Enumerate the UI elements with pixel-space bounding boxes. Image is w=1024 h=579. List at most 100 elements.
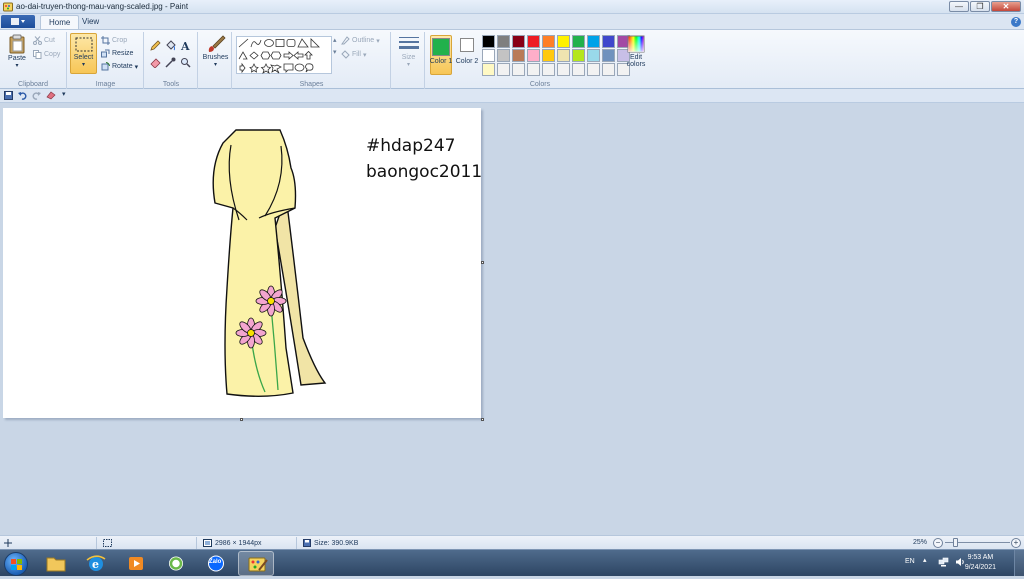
color2-label: Color 2 — [455, 58, 479, 65]
redo-icon[interactable] — [32, 91, 41, 100]
fill-label: Fill — [352, 51, 361, 58]
clock-date: 9/24/2021 — [964, 564, 996, 571]
language-indicator[interactable]: EN — [905, 558, 915, 565]
svg-text:e: e — [92, 558, 99, 571]
save-icon[interactable] — [4, 91, 13, 100]
palette-swatch[interactable] — [557, 63, 570, 76]
palette-swatch[interactable] — [512, 63, 525, 76]
palette-swatch[interactable] — [527, 63, 540, 76]
palette-swatch[interactable] — [572, 35, 585, 48]
image-group-label: Image — [95, 81, 116, 88]
palette-swatch[interactable] — [512, 35, 525, 48]
palette-swatch[interactable] — [497, 63, 510, 76]
cut-button[interactable]: Cut — [33, 36, 55, 45]
taskbar-ie[interactable]: e — [78, 551, 114, 576]
taskbar-media-player[interactable] — [118, 551, 154, 576]
paint-menu-button[interactable] — [1, 15, 35, 28]
palette-swatch[interactable] — [512, 49, 525, 62]
colors-group: Color 1 Color 2 Edit colors Colors — [426, 32, 654, 89]
select-button[interactable]: Select ▾ — [70, 33, 97, 74]
size-label: Size — [401, 54, 416, 61]
taskbar-zalo[interactable]: Zalo — [198, 551, 234, 576]
show-desktop-button[interactable] — [1014, 550, 1024, 576]
palette-swatch[interactable] — [587, 35, 600, 48]
pencil-icon[interactable] — [150, 40, 161, 51]
color-palette — [482, 35, 631, 76]
palette-swatch[interactable] — [497, 49, 510, 62]
clipboard-group: Paste ▾ Cut Copy Clipboard — [0, 32, 67, 89]
show-hidden-icons[interactable]: ▴ — [923, 556, 927, 564]
minimize-button[interactable]: — — [949, 1, 969, 12]
undo-icon[interactable] — [18, 91, 27, 100]
color1-swatch — [432, 38, 450, 56]
paint-app-icon[interactable] — [3, 2, 13, 12]
palette-swatch[interactable] — [527, 49, 540, 62]
customize-qat-icon[interactable]: ▾ — [62, 90, 68, 99]
brushes-button[interactable]: Brushes ▾ — [201, 35, 230, 68]
fill-bucket-icon[interactable] — [165, 40, 176, 51]
zalo-label: Zalo — [209, 559, 222, 565]
zoom-in-button[interactable]: + — [1011, 538, 1021, 548]
size-button[interactable]: Size ▾ — [394, 35, 423, 68]
magnifier-icon[interactable] — [180, 57, 191, 68]
zoom-slider-thumb[interactable] — [953, 538, 958, 547]
text-tool-icon[interactable]: A — [180, 40, 191, 51]
close-button[interactable]: ✕ — [991, 1, 1021, 12]
taskbar-paint[interactable] — [238, 551, 274, 576]
canvas-resize-handle-right[interactable] — [481, 261, 484, 264]
palette-swatch[interactable] — [542, 63, 555, 76]
help-button[interactable]: ? — [1011, 17, 1021, 27]
palette-swatch[interactable] — [527, 35, 540, 48]
rotate-dropdown-icon: ▾ — [134, 63, 139, 71]
palette-swatch[interactable] — [602, 49, 615, 62]
resize-button[interactable]: Resize — [101, 49, 133, 58]
palette-swatch[interactable] — [572, 63, 585, 76]
taskbar-coccoc[interactable] — [158, 551, 194, 576]
palette-swatch[interactable] — [557, 35, 570, 48]
palette-swatch[interactable] — [482, 63, 495, 76]
file-size-text: Size: 390.9KB — [314, 539, 359, 547]
fill-button[interactable]: Fill ▾ — [341, 50, 366, 59]
palette-swatch[interactable] — [587, 63, 600, 76]
palette-swatch[interactable] — [602, 35, 615, 48]
taskbar-explorer[interactable] — [38, 551, 74, 576]
zoom-out-button[interactable]: − — [933, 538, 943, 548]
canvas-resize-handle-corner[interactable] — [481, 418, 484, 421]
size-group: Size ▾ — [392, 32, 425, 89]
eraser-icon[interactable] — [150, 57, 161, 68]
palette-swatch[interactable] — [542, 49, 555, 62]
palette-swatch[interactable] — [587, 49, 600, 62]
palette-swatch[interactable] — [497, 35, 510, 48]
palette-swatch[interactable] — [542, 35, 555, 48]
copy-button[interactable]: Copy — [33, 50, 60, 59]
canvas-workspace[interactable]: #hdap247 baongoc2011 — [0, 103, 1024, 535]
maximize-button[interactable]: ❐ — [970, 1, 990, 12]
palette-swatch[interactable] — [482, 49, 495, 62]
menu-icon — [11, 18, 25, 25]
brush-icon — [208, 35, 226, 52]
drawing-canvas[interactable]: #hdap247 baongoc2011 — [3, 108, 482, 418]
scissors-icon — [33, 36, 42, 45]
rotate-button[interactable]: Rotate ▾ — [101, 62, 138, 71]
network-icon[interactable] — [938, 557, 949, 569]
start-button[interactable] — [4, 552, 28, 576]
outline-icon — [341, 36, 350, 45]
eraser-quick-icon[interactable] — [46, 91, 56, 100]
shapes-scroll[interactable]: ▴ — [333, 36, 337, 44]
color-picker-icon[interactable] — [165, 57, 176, 68]
edit-colors-button[interactable]: Edit colors — [623, 35, 649, 68]
crop-button[interactable]: Crop — [101, 36, 127, 45]
tab-view[interactable]: View — [74, 15, 107, 29]
shapes-scroll-down[interactable]: ▾ — [333, 48, 337, 56]
palette-swatch[interactable] — [572, 49, 585, 62]
paste-button[interactable]: Paste ▾ — [4, 34, 30, 69]
palette-swatch[interactable] — [557, 49, 570, 62]
canvas-resize-handle-bottom[interactable] — [240, 418, 243, 421]
quick-access-toolbar: ▾ — [0, 89, 1024, 103]
color2-swatch[interactable] — [460, 38, 474, 52]
palette-swatch[interactable] — [602, 63, 615, 76]
shapes-gallery[interactable] — [236, 36, 332, 74]
system-clock[interactable]: 9:53 AM 9/24/2021 — [965, 553, 996, 573]
outline-button[interactable]: Outline ▾ — [341, 36, 380, 45]
palette-swatch[interactable] — [482, 35, 495, 48]
